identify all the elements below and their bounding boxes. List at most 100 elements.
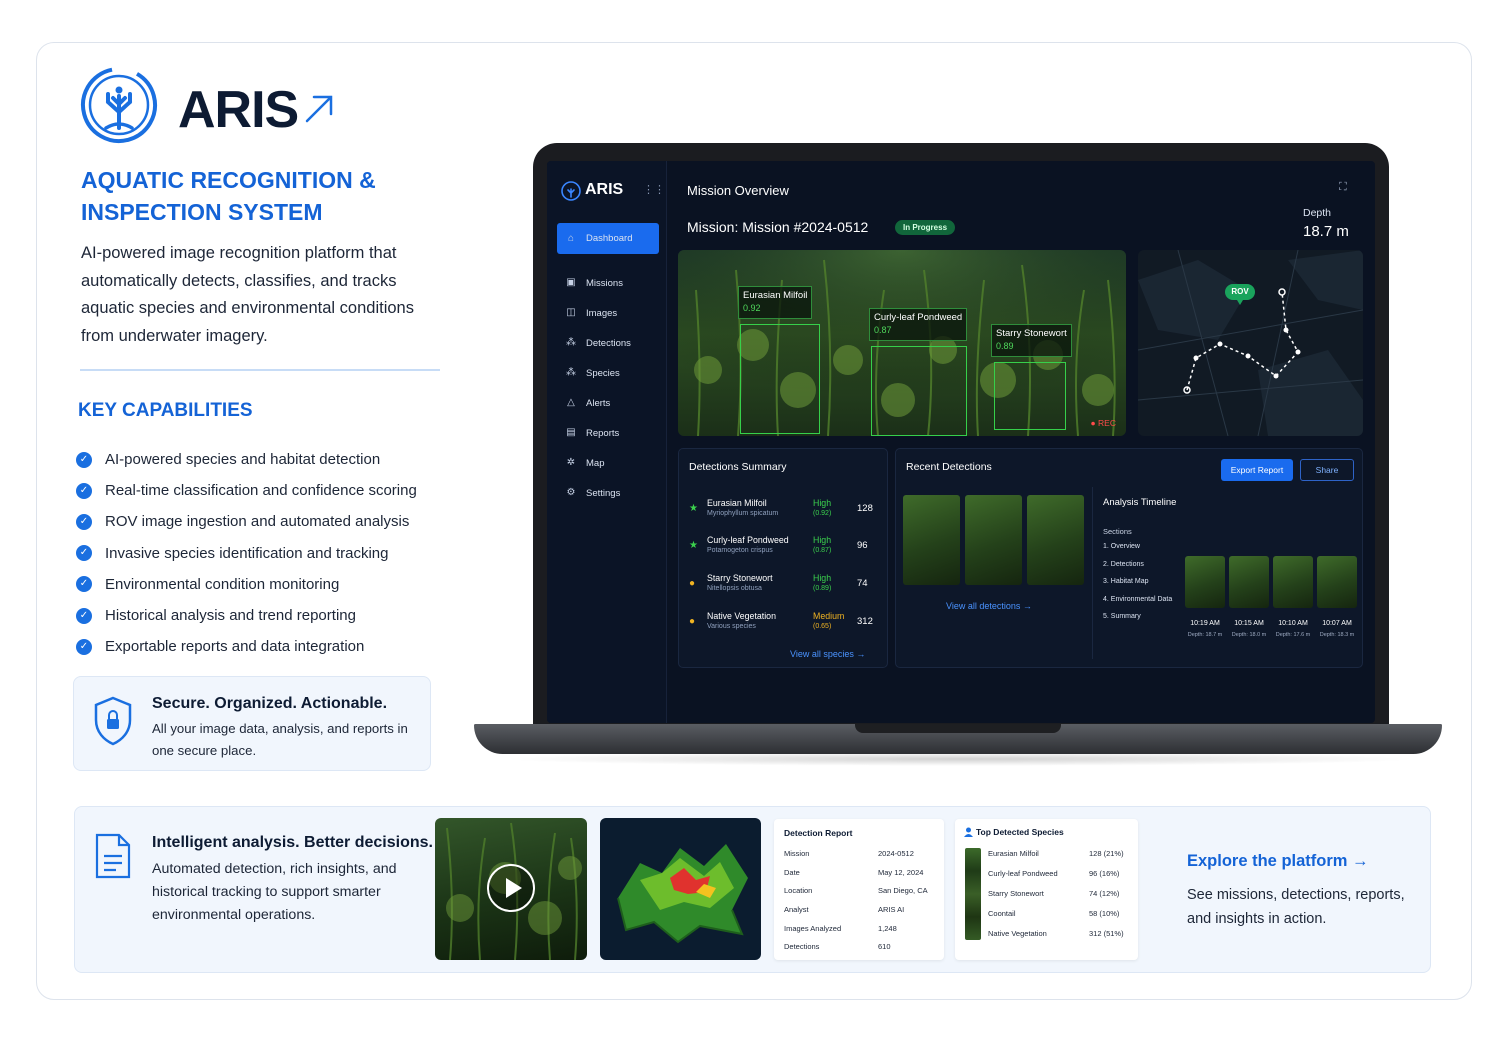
- frame-depth: Depth: 18.0 m: [1231, 632, 1267, 638]
- home-icon: ⌂: [567, 232, 575, 244]
- grid-menu-icon[interactable]: ⋮⋮: [643, 183, 665, 196]
- secure-text: All your image data, analysis, and repor…: [152, 721, 408, 758]
- band-title: Intelligent analysis. Better decisions.: [152, 834, 433, 851]
- species-row[interactable]: ★ Eurasian Milfoil Myriophyllum spicatum…: [689, 495, 881, 525]
- check-icon: ✓: [76, 482, 92, 499]
- check-icon: ✓: [76, 576, 92, 593]
- species-icon: [964, 827, 973, 837]
- fullscreen-icon[interactable]: ⛶: [1339, 181, 1347, 194]
- explore-text: See missions, detections, reports, and i…: [1187, 887, 1405, 927]
- sidebar-item-settings[interactable]: ⚙ Settings: [557, 478, 659, 508]
- play-icon: [506, 878, 522, 898]
- detection-report-card[interactable]: Detection Report Mission 2024-0512 Date Ma…: [774, 819, 944, 960]
- export-report-button[interactable]: Export Report: [1221, 459, 1293, 481]
- detection-label: Curly-leaf Pondweed 0.87: [869, 308, 968, 341]
- video-preview[interactable]: [435, 818, 587, 960]
- section-item[interactable]: 2. Detections: [1103, 561, 1172, 579]
- capability-item: ✓ ROV image ingestion and automated analy…: [76, 506, 456, 537]
- species-icon: ⁂: [566, 367, 576, 378]
- depth-label: Depth: [1303, 207, 1332, 219]
- explore-platform-link[interactable]: Explore the platform →: [1187, 852, 1369, 871]
- check-icon: ✓: [76, 607, 92, 624]
- images-icon: ◫: [566, 307, 576, 318]
- gear-icon: ⚙: [566, 487, 576, 498]
- detection-thumbnail[interactable]: [965, 495, 1022, 585]
- species-row[interactable]: ● Starry Stonewort Nitellopsis obtusa Hi…: [689, 570, 881, 600]
- dot-icon: ●: [689, 616, 696, 627]
- sidebar-item-map[interactable]: ✲ Map: [557, 448, 659, 478]
- section-divider: [80, 369, 440, 371]
- capability-item: ✓ Exportable reports and data integration: [76, 631, 456, 662]
- detection-box[interactable]: [994, 362, 1066, 430]
- frame-depth: Depth: 17.6 m: [1275, 632, 1311, 638]
- rec-indicator: ● REC: [1090, 418, 1116, 428]
- sidebar-item-missions[interactable]: ▣ Missions: [557, 268, 659, 298]
- section-item[interactable]: 5. Summary: [1103, 613, 1172, 631]
- sidebar-item-dashboard[interactable]: ⌂ Dashboard: [557, 223, 659, 254]
- play-button[interactable]: [487, 864, 535, 912]
- sections-list: 1. Overview 2. Detections 3. Habitat Map…: [1103, 543, 1172, 631]
- species-row[interactable]: ★ Curly-leaf Pondweed Potamogeton crispu…: [689, 532, 881, 562]
- detection-label: Starry Stonewort 0.89: [991, 324, 1072, 357]
- sidebar-item-reports[interactable]: ▤ Reports: [557, 418, 659, 448]
- timeline-frame[interactable]: [1317, 556, 1357, 608]
- map-icon: ✲: [566, 457, 576, 468]
- species-card-title: Top Detected Species: [976, 827, 1064, 837]
- sidebar-item-detections[interactable]: ⁂ Detections: [557, 328, 659, 358]
- sidebar-item-species[interactable]: ⁂ Species: [557, 358, 659, 388]
- share-button[interactable]: Share: [1300, 459, 1354, 481]
- recent-detections-panel: Recent Detections Export Report Share Vi…: [895, 448, 1363, 668]
- section-item[interactable]: 4. Environmental Data: [1103, 596, 1172, 614]
- laptop-shadow: [500, 752, 1420, 766]
- rov-path-map: [1138, 250, 1363, 436]
- timeline-frame[interactable]: [1229, 556, 1269, 608]
- panel-title: Detections Summary: [689, 461, 787, 473]
- brand-name: ARIS: [178, 81, 299, 139]
- sections-label: Sections: [1103, 527, 1132, 536]
- habitat-terrain-icon: [617, 844, 748, 944]
- capabilities-title: KEY CAPABILITIES: [78, 400, 253, 421]
- brand-description: AI-powered image recognition platform th…: [81, 244, 414, 345]
- frame-time: 10:07 AM: [1322, 620, 1352, 627]
- secure-title: Secure. Organized. Actionable.: [152, 695, 388, 712]
- view-all-species-link[interactable]: View all species →: [790, 649, 865, 659]
- external-arrow-icon[interactable]: [302, 92, 336, 126]
- timeline-title: Analysis Timeline: [1103, 497, 1177, 508]
- sidebar-item-alerts[interactable]: △ Alerts: [557, 388, 659, 418]
- missions-icon: ▣: [566, 277, 576, 288]
- top-species-card[interactable]: Top Detected Species Eurasian Milfoil 128…: [955, 819, 1138, 960]
- check-icon: ✓: [76, 451, 92, 468]
- species-row[interactable]: ● Native Vegetation Various species Medi…: [689, 608, 881, 638]
- detection-box[interactable]: [740, 324, 820, 434]
- detection-box[interactable]: [871, 346, 967, 436]
- analysis-timeline: Analysis Timeline Sections 1. Overview 2…: [1092, 487, 1357, 659]
- timeline-frame[interactable]: [1273, 556, 1313, 608]
- rov-map[interactable]: ROV: [1138, 250, 1363, 436]
- sidebar-item-images[interactable]: ◫ Images: [557, 298, 659, 328]
- secure-callout: Secure. Organized. Actionable. All your …: [73, 676, 431, 771]
- mission-title: Mission: Mission #2024-0512: [687, 219, 869, 235]
- detections-summary-panel: Detections Summary ★ Eurasian Milfoil My…: [678, 448, 888, 668]
- rov-label: ROV: [1231, 287, 1249, 296]
- view-all-detections-link[interactable]: View all detections →: [946, 601, 1032, 611]
- capability-item: ✓ Invasive species identification and tra…: [76, 538, 456, 569]
- frame-time: 10:15 AM: [1234, 620, 1264, 627]
- frame-depth: Depth: 18.7 m: [1187, 632, 1223, 638]
- document-icon: [95, 833, 131, 879]
- app-name: ARIS: [585, 181, 624, 198]
- camera-feed[interactable]: Eurasian Milfoil 0.92 Curly-leaf Pondweed…: [678, 250, 1126, 436]
- frame-time: 10:19 AM: [1190, 620, 1220, 627]
- section-item[interactable]: 3. Habitat Map: [1103, 578, 1172, 596]
- aris-logo-icon: [561, 181, 581, 201]
- band-text: Automated detection, rich insights, and …: [152, 861, 397, 923]
- terrain-3d-view[interactable]: [600, 818, 761, 960]
- app-screen: ARIS ⋮⋮ ⌂ Dashboard ▣ Missions ◫ Images ⁂ De…: [547, 161, 1375, 723]
- check-icon: ✓: [76, 545, 92, 562]
- star-icon: ★: [689, 540, 698, 551]
- timeline-frame[interactable]: [1185, 556, 1225, 608]
- detection-thumbnail[interactable]: [1027, 495, 1084, 585]
- star-icon: ★: [689, 503, 698, 514]
- detection-thumbnail[interactable]: [903, 495, 960, 585]
- section-item[interactable]: 1. Overview: [1103, 543, 1172, 561]
- shield-lock-icon: [94, 696, 132, 746]
